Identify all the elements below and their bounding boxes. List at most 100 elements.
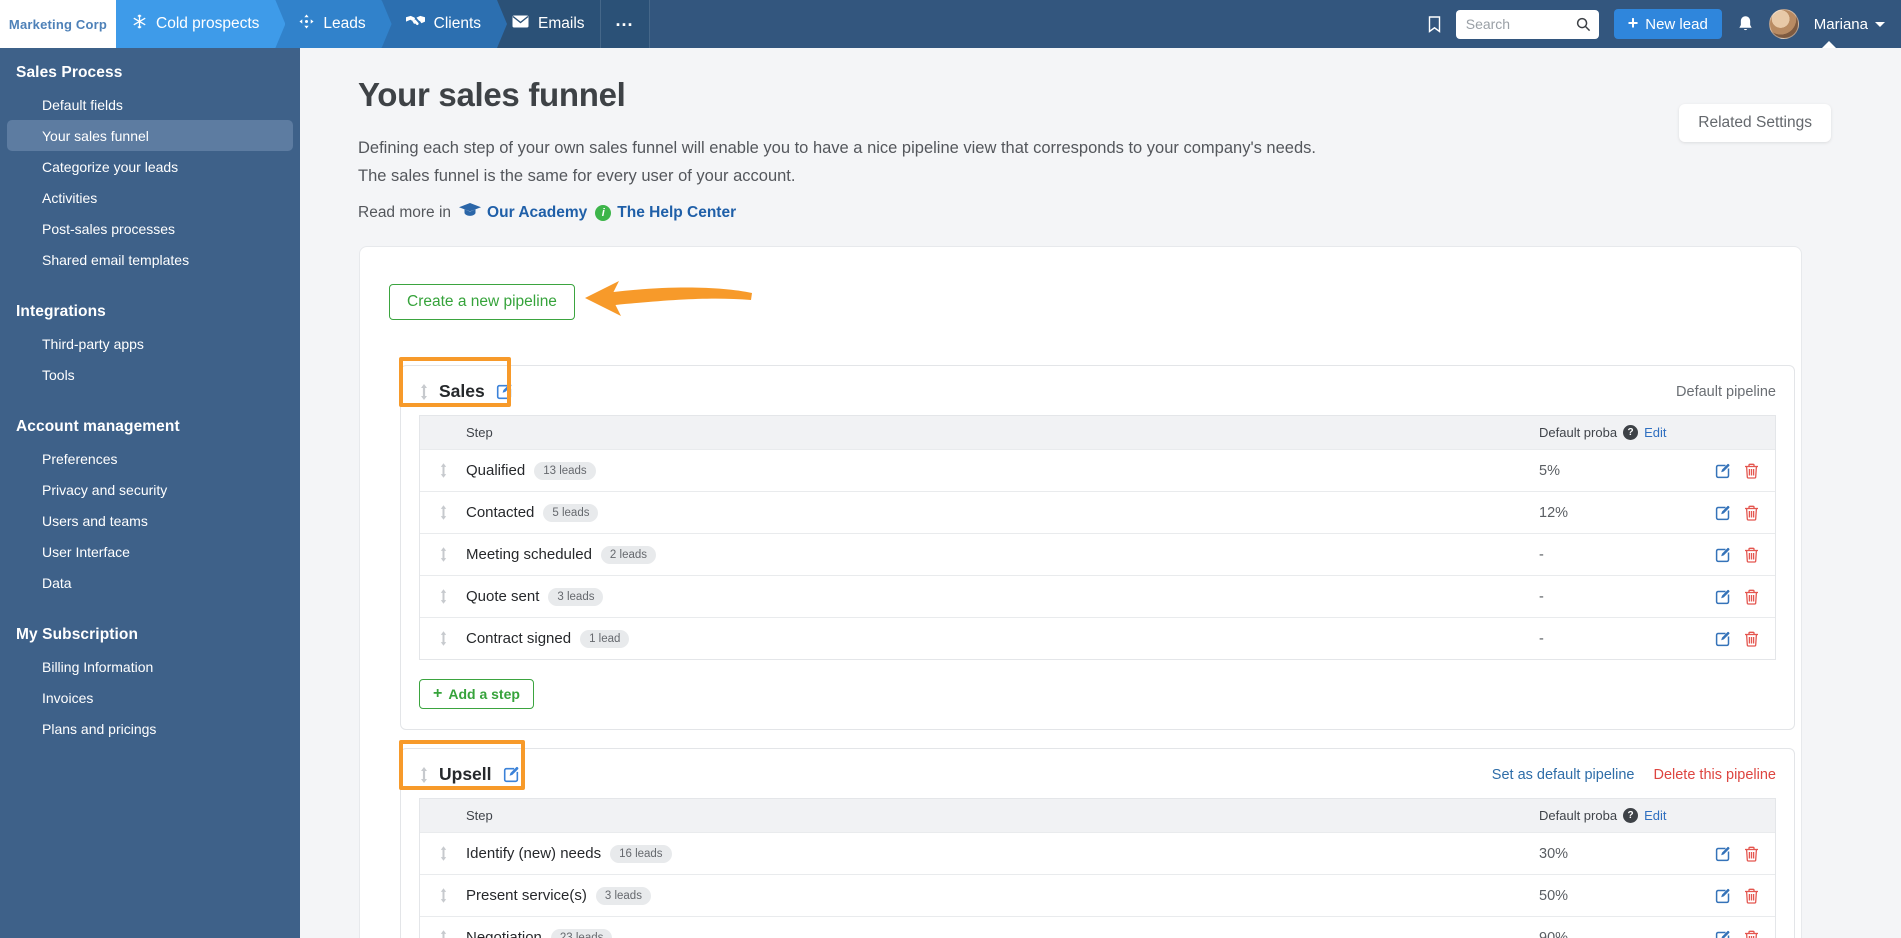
account-logo[interactable]: Marketing Corp bbox=[0, 0, 116, 48]
edit-step-icon[interactable] bbox=[1715, 505, 1731, 521]
sidebar-section-my-subscription: My Subscription Billing Information Invo… bbox=[0, 616, 300, 744]
read-more-line: Read more in Our Academy i The Help Cent… bbox=[358, 203, 737, 222]
step-name: Quote sent bbox=[466, 588, 540, 605]
delete-step-icon[interactable] bbox=[1744, 846, 1759, 862]
steps-table: Step Default proba ? Edit Identify (new)… bbox=[419, 798, 1776, 938]
sidebar-section-title: Sales Process bbox=[16, 64, 123, 81]
pipeline-name: Sales bbox=[439, 381, 485, 401]
related-settings-button[interactable]: Related Settings bbox=[1679, 104, 1831, 142]
handshake-icon bbox=[406, 15, 425, 33]
new-lead-button[interactable]: + New lead bbox=[1613, 9, 1722, 39]
edit-step-icon[interactable] bbox=[1715, 888, 1731, 904]
default-pipeline-label: Default pipeline bbox=[1676, 383, 1776, 400]
academy-link[interactable]: Our Academy bbox=[459, 203, 587, 222]
bookmark-icon[interactable] bbox=[1428, 15, 1441, 33]
create-pipeline-button[interactable]: Create a new pipeline bbox=[389, 283, 575, 320]
drag-handle-icon[interactable] bbox=[439, 547, 448, 562]
add-step-button[interactable]: + Add a step bbox=[419, 679, 534, 709]
tab-leads[interactable]: Leads bbox=[275, 0, 391, 48]
sidebar-section-integrations: Integrations Third-party apps Tools bbox=[0, 293, 300, 390]
annotation-arrow bbox=[583, 279, 755, 324]
edit-step-icon[interactable] bbox=[1715, 631, 1731, 647]
drag-handle-icon[interactable] bbox=[439, 505, 448, 520]
help-question-icon[interactable]: ? bbox=[1623, 808, 1639, 823]
table-row: Identify (new) needs 16 leads 30% bbox=[420, 832, 1775, 874]
bell-icon[interactable] bbox=[1737, 15, 1754, 33]
drag-handle-icon[interactable] bbox=[439, 888, 448, 903]
delete-step-icon[interactable] bbox=[1744, 888, 1759, 904]
sidebar-item-tools[interactable]: Tools bbox=[0, 359, 300, 390]
sidebar-item-your-sales-funnel[interactable]: Your sales funnel bbox=[7, 120, 293, 151]
sidebar-item-categorize-your-leads[interactable]: Categorize your leads bbox=[0, 151, 300, 182]
edit-pipeline-icon[interactable] bbox=[503, 766, 520, 783]
edit-pipeline-icon[interactable] bbox=[496, 383, 513, 400]
step-proba: 90% bbox=[1539, 929, 1569, 938]
tab-cold-prospects[interactable]: Cold prospects bbox=[116, 0, 285, 48]
drag-handle-icon[interactable] bbox=[439, 930, 448, 938]
sidebar-item-activities[interactable]: Activities bbox=[0, 182, 300, 213]
delete-step-icon[interactable] bbox=[1744, 463, 1759, 479]
drag-handle-icon[interactable] bbox=[439, 846, 448, 861]
step-proba: - bbox=[1539, 630, 1544, 647]
help-center-link[interactable]: i The Help Center bbox=[595, 204, 736, 222]
user-menu[interactable]: Mariana bbox=[1814, 16, 1885, 33]
sidebar-item-third-party-apps[interactable]: Third-party apps bbox=[0, 328, 300, 359]
drag-handle-icon[interactable] bbox=[419, 766, 429, 783]
step-name: Meeting scheduled bbox=[466, 546, 592, 563]
delete-pipeline-link[interactable]: Delete this pipeline bbox=[1653, 767, 1776, 783]
main-tabs: Cold prospects Leads Clients Emails ... bbox=[116, 0, 650, 48]
plus-icon: + bbox=[433, 685, 443, 702]
sidebar-item-post-sales-processes[interactable]: Post-sales processes bbox=[0, 213, 300, 244]
delete-step-icon[interactable] bbox=[1744, 505, 1759, 521]
avatar[interactable] bbox=[1768, 9, 1799, 39]
sidebar-item-invoices[interactable]: Invoices bbox=[0, 682, 300, 713]
drag-handle-icon[interactable] bbox=[419, 383, 429, 400]
search-box bbox=[1455, 9, 1599, 39]
edit-proba-link[interactable]: Edit bbox=[1644, 808, 1666, 823]
sidebar-item-data[interactable]: Data bbox=[0, 567, 300, 598]
drag-handle-icon[interactable] bbox=[439, 463, 448, 478]
step-name: Contract signed bbox=[466, 630, 572, 647]
drag-handle-icon[interactable] bbox=[439, 589, 448, 604]
sidebar-item-billing-information[interactable]: Billing Information bbox=[0, 651, 300, 682]
leads-count-badge: 3 leads bbox=[595, 886, 651, 905]
edit-step-icon[interactable] bbox=[1715, 589, 1731, 605]
sidebar-section-title: Integrations bbox=[16, 303, 106, 320]
table-row: Quote sent 3 leads - bbox=[420, 575, 1775, 617]
delete-step-icon[interactable] bbox=[1744, 930, 1759, 938]
delete-step-icon[interactable] bbox=[1744, 589, 1759, 605]
sidebar-item-shared-email-templates[interactable]: Shared email templates bbox=[0, 244, 300, 275]
edit-step-icon[interactable] bbox=[1715, 547, 1731, 563]
table-row: Contacted 5 leads 12% bbox=[420, 491, 1775, 533]
edit-step-icon[interactable] bbox=[1715, 846, 1731, 862]
settings-sidebar: Sales Process Default fields Your sales … bbox=[0, 48, 300, 938]
page-description: Defining each step of your own sales fun… bbox=[358, 139, 1316, 185]
search-icon[interactable] bbox=[1576, 17, 1591, 37]
help-question-icon[interactable]: ? bbox=[1623, 425, 1639, 440]
step-name: Negotiation bbox=[466, 929, 542, 938]
funnel-card: Create a new pipeline Sales Default pipe… bbox=[359, 246, 1802, 938]
sidebar-section-title: Account management bbox=[16, 418, 180, 435]
edit-proba-link[interactable]: Edit bbox=[1644, 425, 1666, 440]
ellipsis-icon: ... bbox=[615, 9, 634, 30]
sidebar-item-preferences[interactable]: Preferences bbox=[0, 443, 300, 474]
sidebar-item-plans-and-pricings[interactable]: Plans and pricings bbox=[0, 713, 300, 744]
edit-step-icon[interactable] bbox=[1715, 463, 1731, 479]
sidebar-item-privacy-and-security[interactable]: Privacy and security bbox=[0, 474, 300, 505]
plus-icon: + bbox=[1627, 13, 1639, 33]
sidebar-item-users-and-teams[interactable]: Users and teams bbox=[0, 505, 300, 536]
delete-step-icon[interactable] bbox=[1744, 631, 1759, 647]
sidebar-item-default-fields[interactable]: Default fields bbox=[0, 89, 300, 120]
tab-clients[interactable]: Clients bbox=[382, 0, 507, 48]
edit-step-icon[interactable] bbox=[1715, 930, 1731, 938]
set-default-pipeline-link[interactable]: Set as default pipeline bbox=[1492, 767, 1635, 783]
delete-step-icon[interactable] bbox=[1744, 547, 1759, 563]
step-column-header: Step bbox=[466, 808, 493, 823]
leads-count-badge: 23 leads bbox=[550, 928, 613, 938]
drag-handle-icon[interactable] bbox=[439, 631, 448, 646]
tab-emails[interactable]: Emails bbox=[497, 0, 600, 48]
more-tabs-button[interactable]: ... bbox=[599, 0, 650, 48]
pipeline-sales: Sales Default pipeline Step Default prob… bbox=[399, 357, 1795, 730]
sidebar-item-user-interface[interactable]: User Interface bbox=[0, 536, 300, 567]
pipeline-upsell: Upsell Set as default pipeline Delete th… bbox=[399, 740, 1795, 938]
